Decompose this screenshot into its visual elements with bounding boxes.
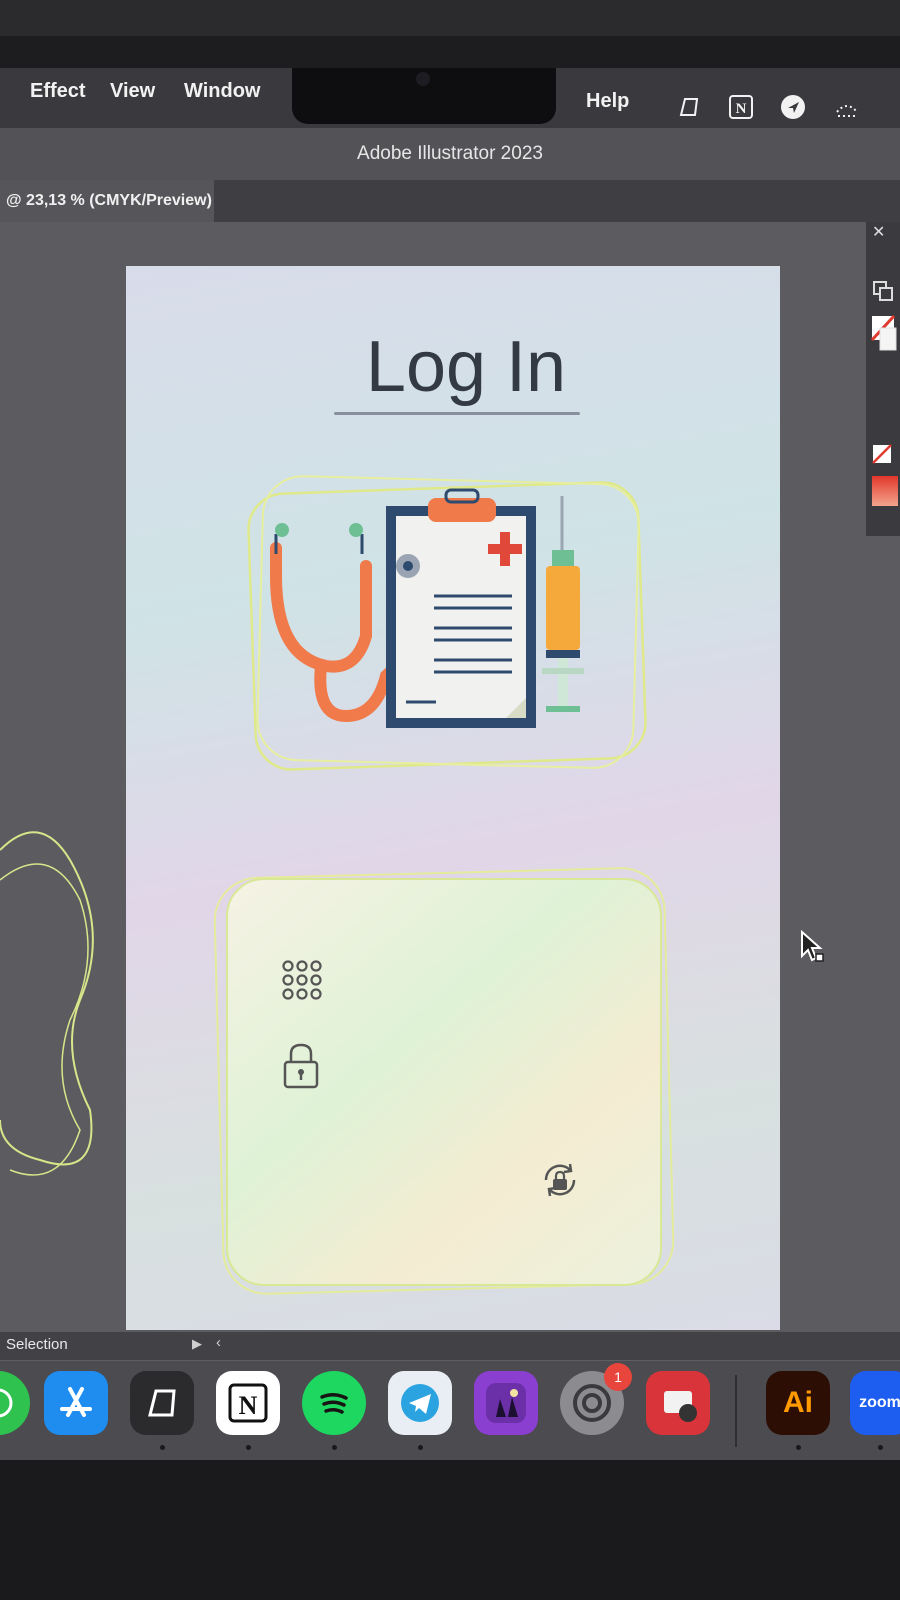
dock-zoom[interactable]: zoom (850, 1371, 900, 1435)
menu-help[interactable]: Help (586, 90, 629, 113)
whatsapp-icon (0, 1388, 13, 1418)
dock-app-store[interactable] (44, 1371, 108, 1435)
notion-icon: N (228, 1383, 268, 1423)
notion-status-icon[interactable]: N (728, 94, 754, 120)
dock-telegram[interactable] (388, 1371, 452, 1435)
gear-icon (573, 1384, 611, 1422)
none-swatch-icon[interactable] (872, 444, 892, 464)
running-indicator (332, 1445, 337, 1450)
fill-stroke-swatch-icon[interactable] (870, 314, 898, 354)
login-heading[interactable]: Log In (336, 326, 596, 408)
wifi-status-icon[interactable] (834, 94, 860, 120)
menu-effect[interactable]: Effect (30, 80, 86, 103)
keypad-icon[interactable] (280, 958, 324, 1002)
close-icon[interactable]: ✕ (872, 222, 885, 242)
status-bar: Selection ▶ ‹ (0, 1332, 900, 1360)
dock-divider (735, 1375, 737, 1447)
running-indicator (796, 1445, 801, 1450)
camera-notch (292, 68, 556, 124)
document-tab[interactable]: @ 23,13 % (CMYK/Preview) (0, 180, 214, 222)
swap-colors-icon[interactable] (872, 280, 894, 302)
login-card[interactable] (226, 878, 662, 1286)
app-store-icon (60, 1387, 92, 1417)
dock-illustrator[interactable]: Ai (766, 1371, 830, 1435)
current-tool-label[interactable]: Selection (6, 1336, 68, 1353)
illustrator-label: Ai (783, 1386, 813, 1419)
syringe-icon (542, 496, 584, 712)
dock-craft[interactable] (130, 1371, 194, 1435)
scroll-left-icon[interactable]: ‹ (216, 1334, 221, 1351)
menu-view[interactable]: View (110, 80, 155, 103)
menu-window[interactable]: Window (184, 80, 260, 103)
craft-status-icon[interactable] (676, 94, 702, 120)
document-tab-bar: @ 23,13 % (CMYK/Preview) (0, 180, 900, 222)
screen-bezel-bottom (0, 1460, 900, 1600)
zoom-label: zoom (859, 1394, 900, 1411)
svg-text:N: N (239, 1391, 258, 1420)
location-status-icon[interactable] (780, 94, 806, 120)
running-indicator (418, 1445, 423, 1450)
blob-outline-shape[interactable] (0, 820, 110, 1200)
running-indicator (246, 1445, 251, 1450)
window-title: Adobe Illustrator 2023 (0, 128, 900, 180)
running-indicator (878, 1445, 883, 1450)
dock-game[interactable] (474, 1371, 538, 1435)
lock-icon[interactable] (282, 1042, 320, 1090)
craft-icon (148, 1389, 176, 1417)
mouse-cursor-icon (801, 930, 824, 962)
artboard[interactable]: Log In (126, 266, 780, 1330)
lock-rotation-icon[interactable] (540, 1160, 580, 1200)
clipboard-icon (386, 488, 536, 728)
dock-whatsapp[interactable] (0, 1371, 30, 1435)
dock-spotify[interactable] (302, 1371, 366, 1435)
heading-underline[interactable] (334, 412, 580, 415)
photo-booth-icon (664, 1391, 697, 1422)
notification-badge: 1 (604, 1363, 632, 1391)
running-indicator (160, 1445, 165, 1450)
spotify-icon (320, 1393, 348, 1414)
color-panel: ✕ (866, 222, 900, 536)
dock-notion[interactable]: N (216, 1371, 280, 1435)
screen-bezel-top (0, 0, 900, 36)
camera-icon (416, 72, 430, 86)
dock: N 1 Ai zoom (0, 1360, 900, 1460)
expand-arrow-icon[interactable]: ▶ (192, 1336, 202, 1352)
dock-photo-booth[interactable] (646, 1371, 710, 1435)
telegram-icon (401, 1384, 439, 1422)
gradient-swatch[interactable] (872, 476, 898, 506)
game-icon (486, 1383, 526, 1423)
svg-text:N: N (736, 101, 747, 117)
medical-illustration[interactable] (246, 466, 656, 786)
